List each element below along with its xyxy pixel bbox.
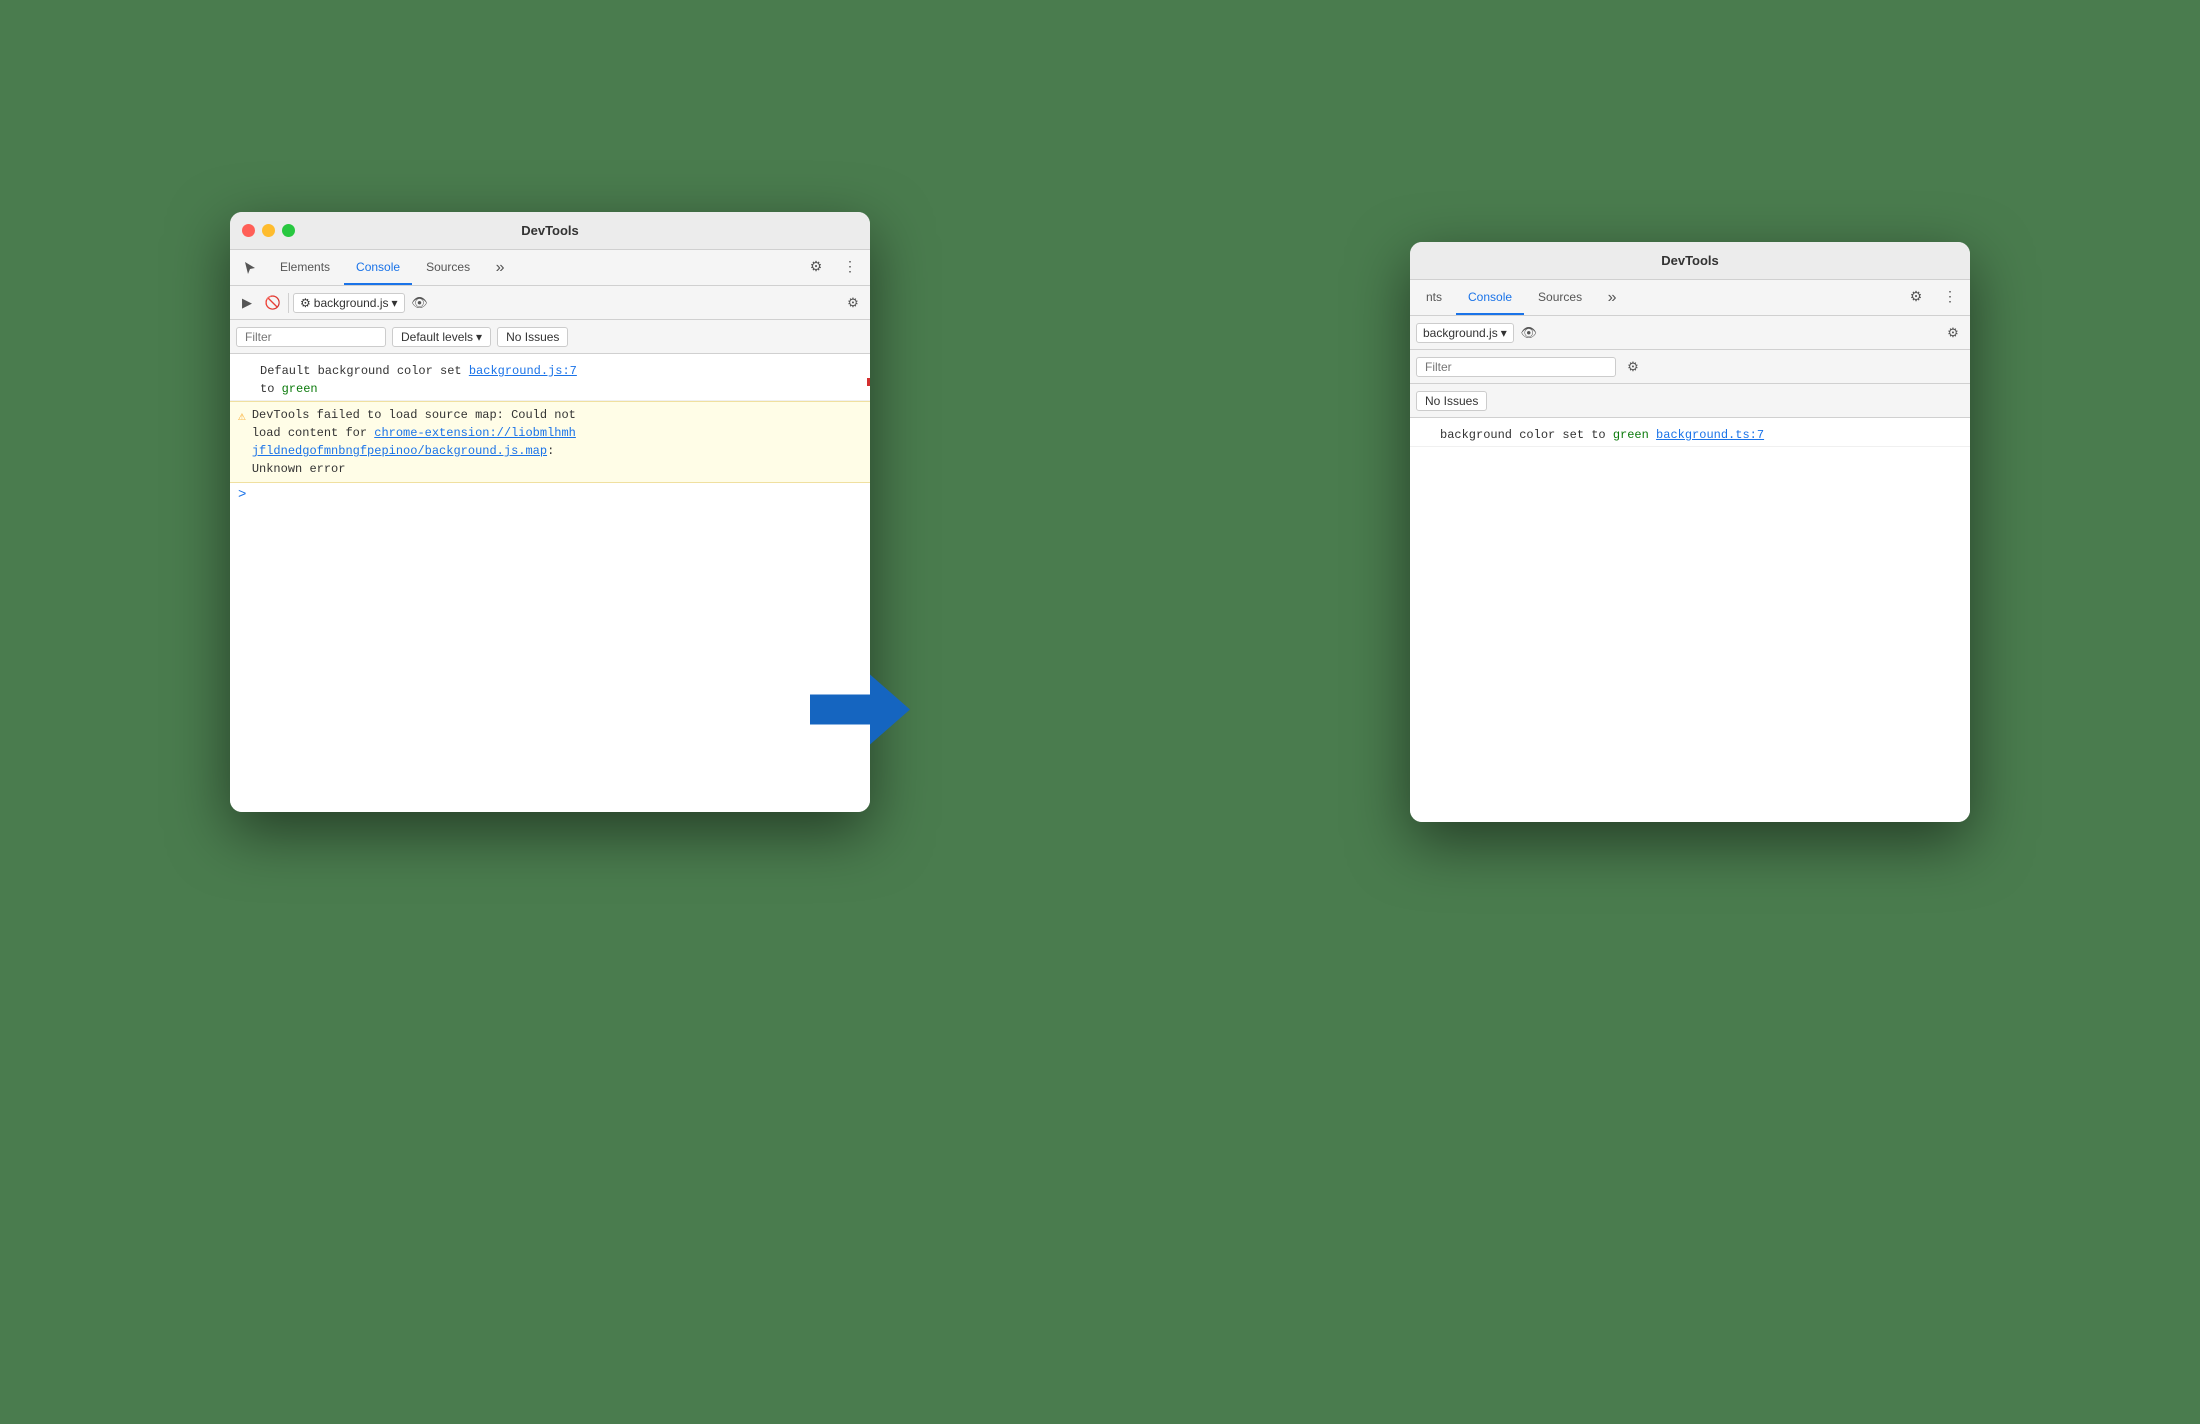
red-arrow-1 [867, 368, 870, 400]
tab-sources-right[interactable]: Sources [1526, 280, 1594, 315]
default-levels-button[interactable]: Default levels ▾ [392, 327, 491, 347]
file-selector[interactable]: ⚙ background.js ▾ [293, 293, 405, 313]
more-tabs-icon[interactable]: » [484, 250, 516, 285]
file-icon: ⚙ [300, 296, 311, 310]
left-window-title: DevTools [521, 223, 579, 238]
background-js-link-1[interactable]: background.js:7 [469, 364, 577, 378]
left-devtools-window: DevTools Elements Console Sources » ⚙ ⋮ [230, 212, 870, 812]
scene: DevTools Elements Console Sources » ⚙ ⋮ [150, 112, 2050, 1312]
right-devtools-inner: nts Console Sources » ⚙ ⋮ background.js … [1410, 280, 1970, 822]
maximize-button[interactable] [282, 224, 295, 237]
log-entry-1: Default background color set background.… [230, 360, 870, 401]
cursor-icon-tab[interactable] [234, 250, 266, 285]
log-green-1: green [282, 382, 318, 396]
play-icon[interactable]: ▶ [236, 292, 258, 314]
log-entry-right-1: background color set to green background… [1410, 424, 1970, 447]
background-ts-link[interactable]: background.ts:7 [1656, 428, 1764, 442]
eye-icon-right[interactable]: 👁 [1518, 322, 1540, 344]
more-tabs-icon-right[interactable]: » [1596, 280, 1628, 315]
log-text-1: Default background color set background.… [260, 362, 577, 398]
no-issues-label: No Issues [506, 330, 559, 344]
tab-elements-right[interactable]: nts [1414, 280, 1454, 315]
tab-console[interactable]: Console [344, 250, 412, 285]
console-gear-icon-right[interactable]: ⚙ [1942, 322, 1964, 344]
left-devtools-inner: Elements Console Sources » ⚙ ⋮ ▶ 🚫 ⚙ bac… [230, 250, 870, 812]
left-console-toolbar: ▶ 🚫 ⚙ background.js ▾ 👁 ⚙ [230, 286, 870, 320]
warning-text: DevTools failed to load source map: Coul… [252, 406, 576, 478]
log-green-right: green [1613, 428, 1649, 442]
gear-icon-right[interactable]: ⚙ [1900, 280, 1932, 312]
no-issues-button[interactable]: No Issues [497, 327, 568, 347]
traffic-lights [242, 224, 295, 237]
right-console-toolbar: background.js ▾ 👁 ⚙ [1410, 316, 1970, 350]
block-icon[interactable]: 🚫 [262, 292, 284, 314]
right-devtools-window: DevTools nts Console Sources » ⚙ ⋮ backg… [1410, 242, 1970, 822]
warning-entry-1: ⚠ DevTools failed to load source map: Co… [230, 401, 870, 483]
left-title-bar: DevTools [230, 212, 870, 250]
close-button[interactable] [242, 224, 255, 237]
console-prompt[interactable]: > [230, 483, 870, 507]
right-title-bar: DevTools [1410, 242, 1970, 280]
warning-icon: ⚠ [238, 407, 246, 427]
filter-gear-icon[interactable]: ⚙ [1622, 356, 1644, 378]
right-no-issues-bar: No Issues [1410, 384, 1970, 418]
filter-input[interactable] [236, 327, 386, 347]
eye-icon[interactable]: 👁 [409, 292, 431, 314]
file-label-right: background.js [1423, 326, 1498, 340]
dropdown-icon: ▾ [391, 296, 397, 310]
left-console-content: Default background color set background.… [230, 354, 870, 812]
gear-icon[interactable]: ⚙ [800, 250, 832, 282]
left-tab-bar: Elements Console Sources » ⚙ ⋮ [230, 250, 870, 286]
log-entry-wrapper: Default background color set background.… [230, 360, 870, 401]
tab-elements[interactable]: Elements [268, 250, 342, 285]
right-filter-bar: ⚙ [1410, 350, 1970, 384]
right-log-entry-wrapper: background color set to green background… [1410, 424, 1970, 447]
filter-input-right[interactable] [1416, 357, 1616, 377]
levels-dropdown-icon: ▾ [476, 330, 482, 344]
right-console-content: background color set to green background… [1410, 418, 1970, 822]
tab-sources[interactable]: Sources [414, 250, 482, 285]
more-options-icon-right[interactable]: ⋮ [1934, 280, 1966, 312]
log-text-right-1: background color set to green background… [1440, 426, 1764, 444]
left-filter-bar: Default levels ▾ No Issues [230, 320, 870, 354]
tab-console-right[interactable]: Console [1456, 280, 1524, 315]
no-issues-button-right[interactable]: No Issues [1416, 391, 1487, 411]
right-window-title: DevTools [1661, 253, 1719, 268]
levels-label: Default levels [401, 330, 473, 344]
console-gear-icon[interactable]: ⚙ [842, 292, 864, 314]
source-map-link[interactable]: chrome-extension://liobmlhmhjfldnedgofmn… [252, 426, 576, 458]
dropdown-icon-right: ▾ [1501, 326, 1507, 340]
file-label: background.js [314, 296, 389, 310]
more-options-icon[interactable]: ⋮ [834, 250, 866, 282]
minimize-button[interactable] [262, 224, 275, 237]
blue-arrow [810, 670, 910, 755]
file-selector-right[interactable]: background.js ▾ [1416, 323, 1514, 343]
no-issues-label-right: No Issues [1425, 394, 1478, 408]
right-tab-bar: nts Console Sources » ⚙ ⋮ [1410, 280, 1970, 316]
